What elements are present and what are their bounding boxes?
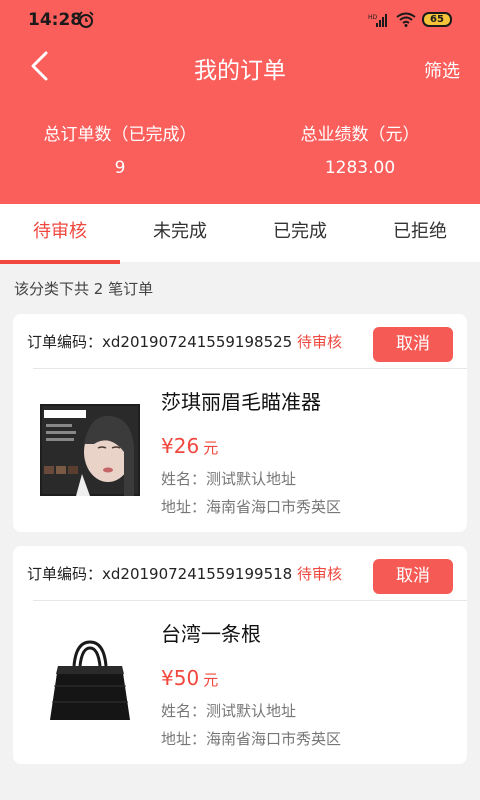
svg-text:HD: HD bbox=[368, 14, 378, 21]
product-image[interactable] bbox=[40, 636, 140, 728]
recipient-name: 姓名：测试默认地址 bbox=[161, 702, 297, 720]
order-number: 订单编码：xd201907241559199518 待审核 bbox=[27, 563, 342, 584]
order-card-header: 订单编码：xd201907241559199518 待审核 取消 bbox=[13, 546, 467, 600]
alarm-icon bbox=[78, 11, 94, 28]
tab-completed[interactable]: 已完成 bbox=[240, 204, 360, 262]
order-count-summary: 该分类下共 2 笔订单 bbox=[14, 280, 154, 298]
price-unit: 元 bbox=[203, 671, 219, 689]
price-value: ¥50 bbox=[161, 666, 200, 690]
signal-icon: HD bbox=[368, 13, 387, 27]
order-number-value: xd201907241559198525 bbox=[102, 333, 293, 351]
order-number-value: xd201907241559199518 bbox=[102, 565, 293, 583]
recipient-address: 地址：海南省海口市秀英区 bbox=[161, 498, 342, 516]
divider bbox=[33, 600, 467, 601]
tab-incomplete[interactable]: 未完成 bbox=[120, 204, 240, 262]
order-number-label: 订单编码： bbox=[27, 565, 103, 583]
order-number-label: 订单编码： bbox=[27, 333, 103, 351]
tab-rejected[interactable]: 已拒绝 bbox=[360, 204, 480, 262]
order-number: 订单编码：xd201907241559198525 待审核 bbox=[27, 331, 342, 352]
recipient-address: 地址：海南省海口市秀英区 bbox=[161, 730, 342, 748]
product-name[interactable]: 莎琪丽眉毛瞄准器 bbox=[161, 386, 321, 415]
total-orders-value: 9 bbox=[114, 158, 126, 178]
status-bar: 14:28 HD 65 bbox=[0, 0, 480, 40]
price-unit: 元 bbox=[203, 439, 219, 457]
status-time: 14:28 bbox=[28, 10, 83, 30]
order-tabs: 待审核 未完成 已完成 已拒绝 bbox=[0, 204, 480, 264]
recipient-name: 姓名：测试默认地址 bbox=[161, 470, 297, 488]
status-icons: HD 65 bbox=[368, 12, 452, 27]
product-image[interactable] bbox=[40, 404, 140, 496]
order-status: 待审核 bbox=[296, 565, 342, 583]
divider bbox=[33, 368, 467, 369]
order-card[interactable]: 订单编码：xd201907241559198525 待审核 取消 莎琪丽眉毛瞄准… bbox=[13, 314, 467, 532]
cancel-button[interactable]: 取消 bbox=[373, 559, 453, 594]
order-status: 待审核 bbox=[296, 333, 342, 351]
price-value: ¥26 bbox=[161, 434, 200, 458]
cancel-button[interactable]: 取消 bbox=[373, 327, 453, 362]
wifi-icon bbox=[396, 12, 416, 27]
product-name[interactable]: 台湾一条根 bbox=[161, 618, 261, 647]
total-orders-label: 总订单数（已完成） bbox=[43, 125, 197, 145]
product-price: ¥50 元 bbox=[161, 666, 218, 690]
total-revenue-label: 总业绩数（元） bbox=[300, 125, 420, 145]
product-price: ¥26 元 bbox=[161, 434, 218, 458]
order-card[interactable]: 订单编码：xd201907241559199518 待审核 取消 台湾一条根 ¥… bbox=[13, 546, 467, 764]
page-title: 我的订单 bbox=[194, 58, 286, 84]
order-card-header: 订单编码：xd201907241559198525 待审核 取消 bbox=[13, 314, 467, 368]
filter-button[interactable]: 筛选 bbox=[424, 57, 460, 83]
battery-icon: 65 bbox=[422, 12, 452, 27]
tab-pending-review[interactable]: 待审核 bbox=[0, 204, 120, 264]
total-revenue-value: 1283.00 bbox=[324, 158, 396, 178]
header: 14:28 HD 65 我的订单 筛选 总订单数（已完成） 9 总业绩数（元） … bbox=[0, 0, 480, 204]
